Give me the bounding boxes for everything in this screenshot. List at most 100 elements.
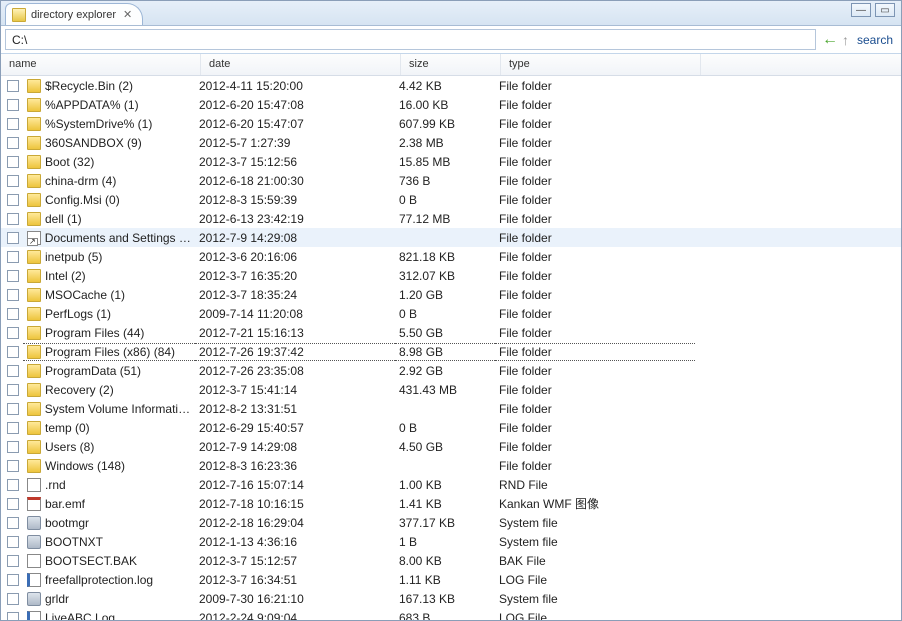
address-bar: ← ↑ search [1, 26, 901, 54]
row-checkbox[interactable] [7, 422, 19, 434]
cell-date: 2012-3-7 16:34:51 [195, 572, 395, 588]
cell-type: File folder [495, 287, 695, 303]
table-row[interactable]: Windows (148)2012-8-3 16:23:36File folde… [1, 456, 901, 475]
table-row[interactable]: Documents and Settings (0)2012-7-9 14:29… [1, 228, 901, 247]
row-checkbox[interactable] [7, 327, 19, 339]
table-row[interactable]: temp (0)2012-6-29 15:40:570 BFile folder [1, 418, 901, 437]
table-row[interactable]: china-drm (4)2012-6-18 21:00:30736 BFile… [1, 171, 901, 190]
tab-directory-explorer[interactable]: directory explorer ✕ [5, 3, 143, 25]
column-header-name[interactable]: name [1, 54, 201, 75]
row-checkbox[interactable] [7, 384, 19, 396]
row-checkbox[interactable] [7, 232, 19, 244]
cell-type: File folder [495, 97, 695, 113]
gear-icon [27, 535, 41, 549]
table-row[interactable]: freefallprotection.log2012-3-7 16:34:511… [1, 570, 901, 589]
table-row[interactable]: ProgramData (51)2012-7-26 23:35:082.92 G… [1, 361, 901, 380]
table-row[interactable]: Recovery (2)2012-3-7 15:41:14431.43 MBFi… [1, 380, 901, 399]
close-icon[interactable]: ✕ [121, 8, 134, 21]
file-name: ProgramData (51) [45, 364, 141, 378]
cell-date: 2012-4-11 15:20:00 [195, 78, 395, 94]
table-row[interactable]: inetpub (5)2012-3-6 20:16:06821.18 KBFil… [1, 247, 901, 266]
back-icon[interactable]: ← [822, 31, 838, 49]
table-row[interactable]: 360SANDBOX (9)2012-5-7 1:27:392.38 MBFil… [1, 133, 901, 152]
folder-icon [27, 307, 41, 321]
cell-name: grldr [23, 591, 195, 607]
row-checkbox[interactable] [7, 403, 19, 415]
table-row[interactable]: bootmgr2012-2-18 16:29:04377.17 KBSystem… [1, 513, 901, 532]
file-name: Recovery (2) [45, 383, 114, 397]
folder-icon [27, 383, 41, 397]
cell-size [395, 465, 495, 467]
cell-size: 16.00 KB [395, 97, 495, 113]
cell-size: 4.50 GB [395, 439, 495, 455]
table-row[interactable]: bar.emf2012-7-18 10:16:151.41 KBKankan W… [1, 494, 901, 513]
row-checkbox[interactable] [7, 460, 19, 472]
up-icon[interactable]: ↑ [842, 32, 849, 48]
cell-size: 1.20 GB [395, 287, 495, 303]
row-checkbox[interactable] [7, 137, 19, 149]
cell-size: 2.92 GB [395, 363, 495, 379]
table-row[interactable]: dell (1)2012-6-13 23:42:1977.12 MBFile f… [1, 209, 901, 228]
row-checkbox[interactable] [7, 175, 19, 187]
row-checkbox[interactable] [7, 536, 19, 548]
row-checkbox[interactable] [7, 498, 19, 510]
table-row[interactable]: MSOCache (1)2012-3-7 18:35:241.20 GBFile… [1, 285, 901, 304]
table-row[interactable]: $Recycle.Bin (2)2012-4-11 15:20:004.42 K… [1, 76, 901, 95]
cell-type: LOG File [495, 572, 695, 588]
folder-icon [12, 8, 26, 22]
row-checkbox[interactable] [7, 574, 19, 586]
column-header-type[interactable]: type [501, 54, 701, 75]
row-checkbox[interactable] [7, 479, 19, 491]
cell-name: System Volume Informatio... [23, 401, 195, 417]
row-checkbox[interactable] [7, 118, 19, 130]
row-checkbox[interactable] [7, 308, 19, 320]
maximize-button[interactable]: ▭ [875, 3, 895, 17]
cell-name: %APPDATA% (1) [23, 97, 195, 113]
row-checkbox[interactable] [7, 156, 19, 168]
file-list[interactable]: name date size type $Recycle.Bin (2)2012… [1, 54, 901, 620]
table-row[interactable]: Program Files (44)2012-7-21 15:16:135.50… [1, 323, 901, 342]
file-icon [27, 554, 41, 568]
row-checkbox[interactable] [7, 99, 19, 111]
minimize-button[interactable]: — [851, 3, 871, 17]
row-checkbox[interactable] [7, 612, 19, 621]
row-checkbox[interactable] [7, 517, 19, 529]
column-header-date[interactable]: date [201, 54, 401, 75]
table-row[interactable]: grldr2009-7-30 16:21:10167.13 KBSystem f… [1, 589, 901, 608]
folder-icon [27, 326, 41, 340]
table-row[interactable]: BOOTNXT2012-1-13 4:36:161 BSystem file [1, 532, 901, 551]
column-header-size[interactable]: size [401, 54, 501, 75]
row-checkbox[interactable] [7, 555, 19, 567]
row-checkbox[interactable] [7, 365, 19, 377]
row-checkbox[interactable] [7, 441, 19, 453]
cell-name: $Recycle.Bin (2) [23, 78, 195, 94]
row-checkbox[interactable] [7, 213, 19, 225]
table-row[interactable]: Boot (32)2012-3-7 15:12:5615.85 MBFile f… [1, 152, 901, 171]
table-row[interactable]: Config.Msi (0)2012-8-3 15:59:390 BFile f… [1, 190, 901, 209]
row-checkbox[interactable] [7, 593, 19, 605]
row-checkbox[interactable] [7, 80, 19, 92]
row-checkbox[interactable] [7, 346, 19, 358]
table-row[interactable]: System Volume Informatio...2012-8-2 13:3… [1, 399, 901, 418]
row-checkbox[interactable] [7, 270, 19, 282]
cell-name: Users (8) [23, 439, 195, 455]
path-input[interactable] [5, 29, 816, 50]
table-row[interactable]: BOOTSECT.BAK2012-3-7 15:12:578.00 KBBAK … [1, 551, 901, 570]
table-row[interactable]: .rnd2012-7-16 15:07:141.00 KBRND File [1, 475, 901, 494]
row-checkbox[interactable] [7, 289, 19, 301]
cell-type: File folder [495, 249, 695, 265]
search-link[interactable]: search [853, 33, 897, 47]
table-row[interactable]: Users (8)2012-7-9 14:29:084.50 GBFile fo… [1, 437, 901, 456]
table-row[interactable]: %SystemDrive% (1)2012-6-20 15:47:07607.9… [1, 114, 901, 133]
file-name: Boot (32) [45, 155, 94, 169]
cell-date: 2009-7-30 16:21:10 [195, 591, 395, 607]
cell-name: china-drm (4) [23, 173, 195, 189]
table-row[interactable]: PerfLogs (1)2009-7-14 11:20:080 BFile fo… [1, 304, 901, 323]
row-checkbox[interactable] [7, 251, 19, 263]
table-row[interactable]: Intel (2)2012-3-7 16:35:20312.07 KBFile … [1, 266, 901, 285]
table-row[interactable]: %APPDATA% (1)2012-6-20 15:47:0816.00 KBF… [1, 95, 901, 114]
table-row[interactable]: LiveABC.Log2012-2-24 9:09:04683 BLOG Fil… [1, 608, 901, 620]
row-checkbox[interactable] [7, 194, 19, 206]
table-row[interactable]: Program Files (x86) (84)2012-7-26 19:37:… [1, 342, 901, 361]
cell-date: 2009-7-14 11:20:08 [195, 306, 395, 322]
